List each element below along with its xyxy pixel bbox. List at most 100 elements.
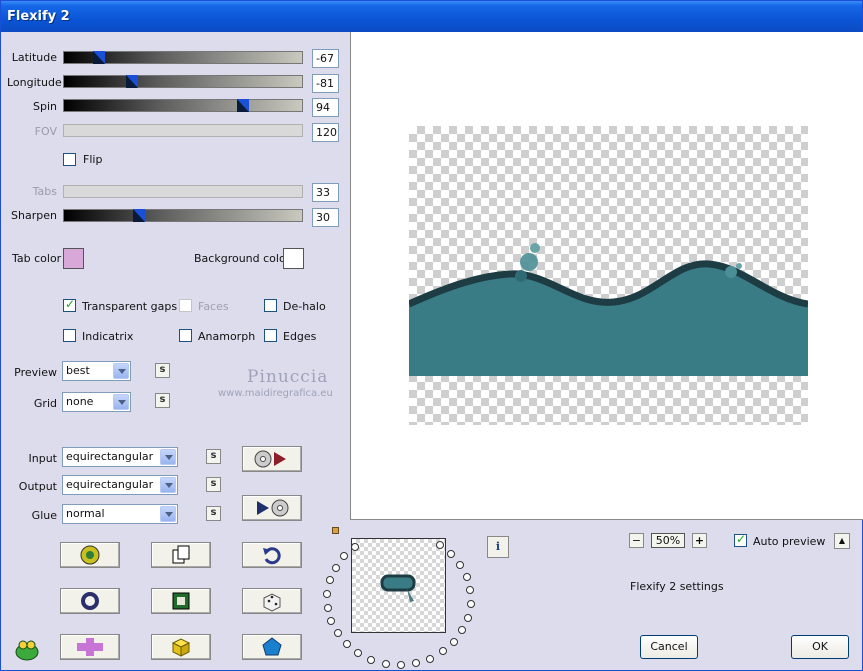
flip-checkbox[interactable]	[63, 153, 76, 166]
zoom-in-button[interactable]: +	[692, 533, 707, 548]
zoom-out-button[interactable]: −	[629, 533, 644, 548]
frame-button[interactable]	[151, 588, 211, 614]
navigator-dot[interactable]	[435, 540, 444, 549]
navigator-dot[interactable]	[323, 603, 332, 612]
grid-s-button[interactable]: s	[155, 393, 170, 408]
navigator-dot[interactable]	[327, 617, 336, 626]
navigator-dot[interactable]	[456, 560, 465, 569]
undo-icon	[263, 547, 281, 565]
navigator-dot[interactable]	[447, 549, 456, 558]
slider-thumb[interactable]	[93, 51, 105, 64]
ring-button[interactable]	[60, 588, 120, 614]
info-button[interactable]: i	[487, 536, 509, 558]
slider-thumb[interactable]	[133, 209, 145, 222]
undo-button[interactable]	[242, 542, 302, 568]
spin-value[interactable]: 94	[312, 98, 339, 117]
navigator-dot[interactable]	[458, 626, 467, 635]
fov-value[interactable]: 120	[312, 123, 339, 142]
spin-slider[interactable]	[63, 99, 303, 112]
edges-label: Edges	[283, 330, 317, 343]
navigator-dot[interactable]	[325, 576, 334, 585]
output-select[interactable]: equirectangular	[62, 475, 178, 495]
faces-checkbox	[179, 299, 192, 312]
sharpen-slider[interactable]	[63, 209, 303, 222]
latitude-value[interactable]: -67	[312, 49, 339, 68]
navigator-dot[interactable]	[396, 660, 405, 669]
navigator-dot[interactable]	[351, 542, 360, 551]
background-color-swatch[interactable]	[283, 248, 304, 269]
longitude-slider[interactable]	[63, 75, 303, 88]
input-select-value: equirectangular	[66, 450, 154, 463]
sharpen-label: Sharpen	[11, 209, 57, 222]
glue-select[interactable]: normal	[62, 504, 178, 524]
handle-square[interactable]	[332, 527, 339, 534]
longitude-value[interactable]: -81	[312, 74, 339, 93]
input-s-button[interactable]: s	[206, 449, 221, 464]
tabs-label: Tabs	[32, 185, 57, 198]
cross-button[interactable]	[60, 634, 120, 660]
navigator-dot[interactable]	[331, 563, 340, 572]
auto-preview-checkbox[interactable]: ✓	[734, 532, 747, 547]
chevron-down-icon[interactable]	[113, 394, 129, 410]
preview-s-button[interactable]: s	[155, 363, 170, 378]
preview-select-value: best	[66, 364, 90, 377]
chevron-down-icon[interactable]	[160, 477, 176, 493]
chevron-down-icon[interactable]	[160, 449, 176, 465]
navigator-dot[interactable]	[464, 613, 473, 622]
flexify-dialog: Flexify 2 Latitude -67 Longitude -81 Spi…	[0, 0, 863, 671]
latitude-slider[interactable]	[63, 51, 303, 64]
tab-color-swatch[interactable]	[63, 248, 84, 269]
navigator-dot[interactable]	[354, 649, 363, 658]
navigator-dot[interactable]	[426, 654, 434, 663]
frame-icon	[172, 592, 190, 610]
tabs-slider	[63, 185, 303, 198]
navigator-dot[interactable]	[333, 629, 342, 638]
navigator-dot[interactable]	[340, 552, 349, 561]
navigator-dot[interactable]	[438, 647, 447, 656]
navigator-dot[interactable]	[367, 655, 376, 664]
de-halo-checkbox[interactable]	[264, 299, 277, 312]
import-button[interactable]	[242, 446, 302, 472]
tab-color-label: Tab color	[12, 252, 62, 265]
random-button[interactable]	[242, 588, 302, 614]
cube-button[interactable]	[151, 634, 211, 660]
chevron-down-icon[interactable]	[113, 363, 129, 379]
navigator-dot[interactable]	[381, 659, 390, 668]
output-s-button[interactable]: s	[206, 477, 221, 492]
auto-preview-label: Auto preview	[753, 535, 826, 548]
slider-thumb[interactable]	[237, 99, 249, 112]
navigator-dot[interactable]	[466, 586, 475, 595]
indicatrix-checkbox[interactable]	[63, 329, 76, 342]
export-button[interactable]	[242, 495, 302, 521]
chevron-down-icon[interactable]	[160, 506, 176, 522]
edges-checkbox[interactable]	[264, 329, 277, 342]
frog-icon[interactable]	[13, 635, 41, 666]
grid-select[interactable]: none	[62, 392, 131, 412]
preview-select[interactable]: best	[62, 361, 131, 381]
input-select[interactable]: equirectangular	[62, 447, 178, 467]
copy-button[interactable]	[151, 542, 211, 568]
navigator-dot[interactable]	[462, 572, 471, 581]
output-label: Output	[18, 480, 57, 493]
ok-button[interactable]: OK	[791, 635, 849, 659]
navigator-dot[interactable]	[411, 659, 420, 668]
navigator-dot[interactable]	[466, 600, 475, 609]
ring-icon	[81, 592, 99, 610]
collapse-up-button[interactable]: ▲	[834, 533, 850, 549]
transparent-gaps-checkbox[interactable]: ✓	[63, 297, 76, 312]
wizard-button[interactable]	[60, 542, 120, 568]
slider-thumb[interactable]	[126, 75, 138, 88]
navigator-dot[interactable]	[449, 637, 458, 646]
title-bar: Flexify 2	[1, 1, 862, 32]
pentagon-button[interactable]	[242, 634, 302, 660]
tabs-value[interactable]: 33	[312, 183, 339, 202]
anamorph-checkbox[interactable]	[179, 329, 192, 342]
fov-label: FOV	[34, 125, 57, 138]
glue-s-button[interactable]: s	[206, 506, 221, 521]
navigator-dot[interactable]	[323, 589, 332, 598]
cancel-button[interactable]: Cancel	[640, 635, 698, 659]
navigator-dot[interactable]	[342, 640, 351, 649]
indicatrix-label: Indicatrix	[82, 330, 134, 343]
navigator-thumbnail[interactable]	[351, 538, 446, 633]
sharpen-value[interactable]: 30	[312, 208, 339, 227]
